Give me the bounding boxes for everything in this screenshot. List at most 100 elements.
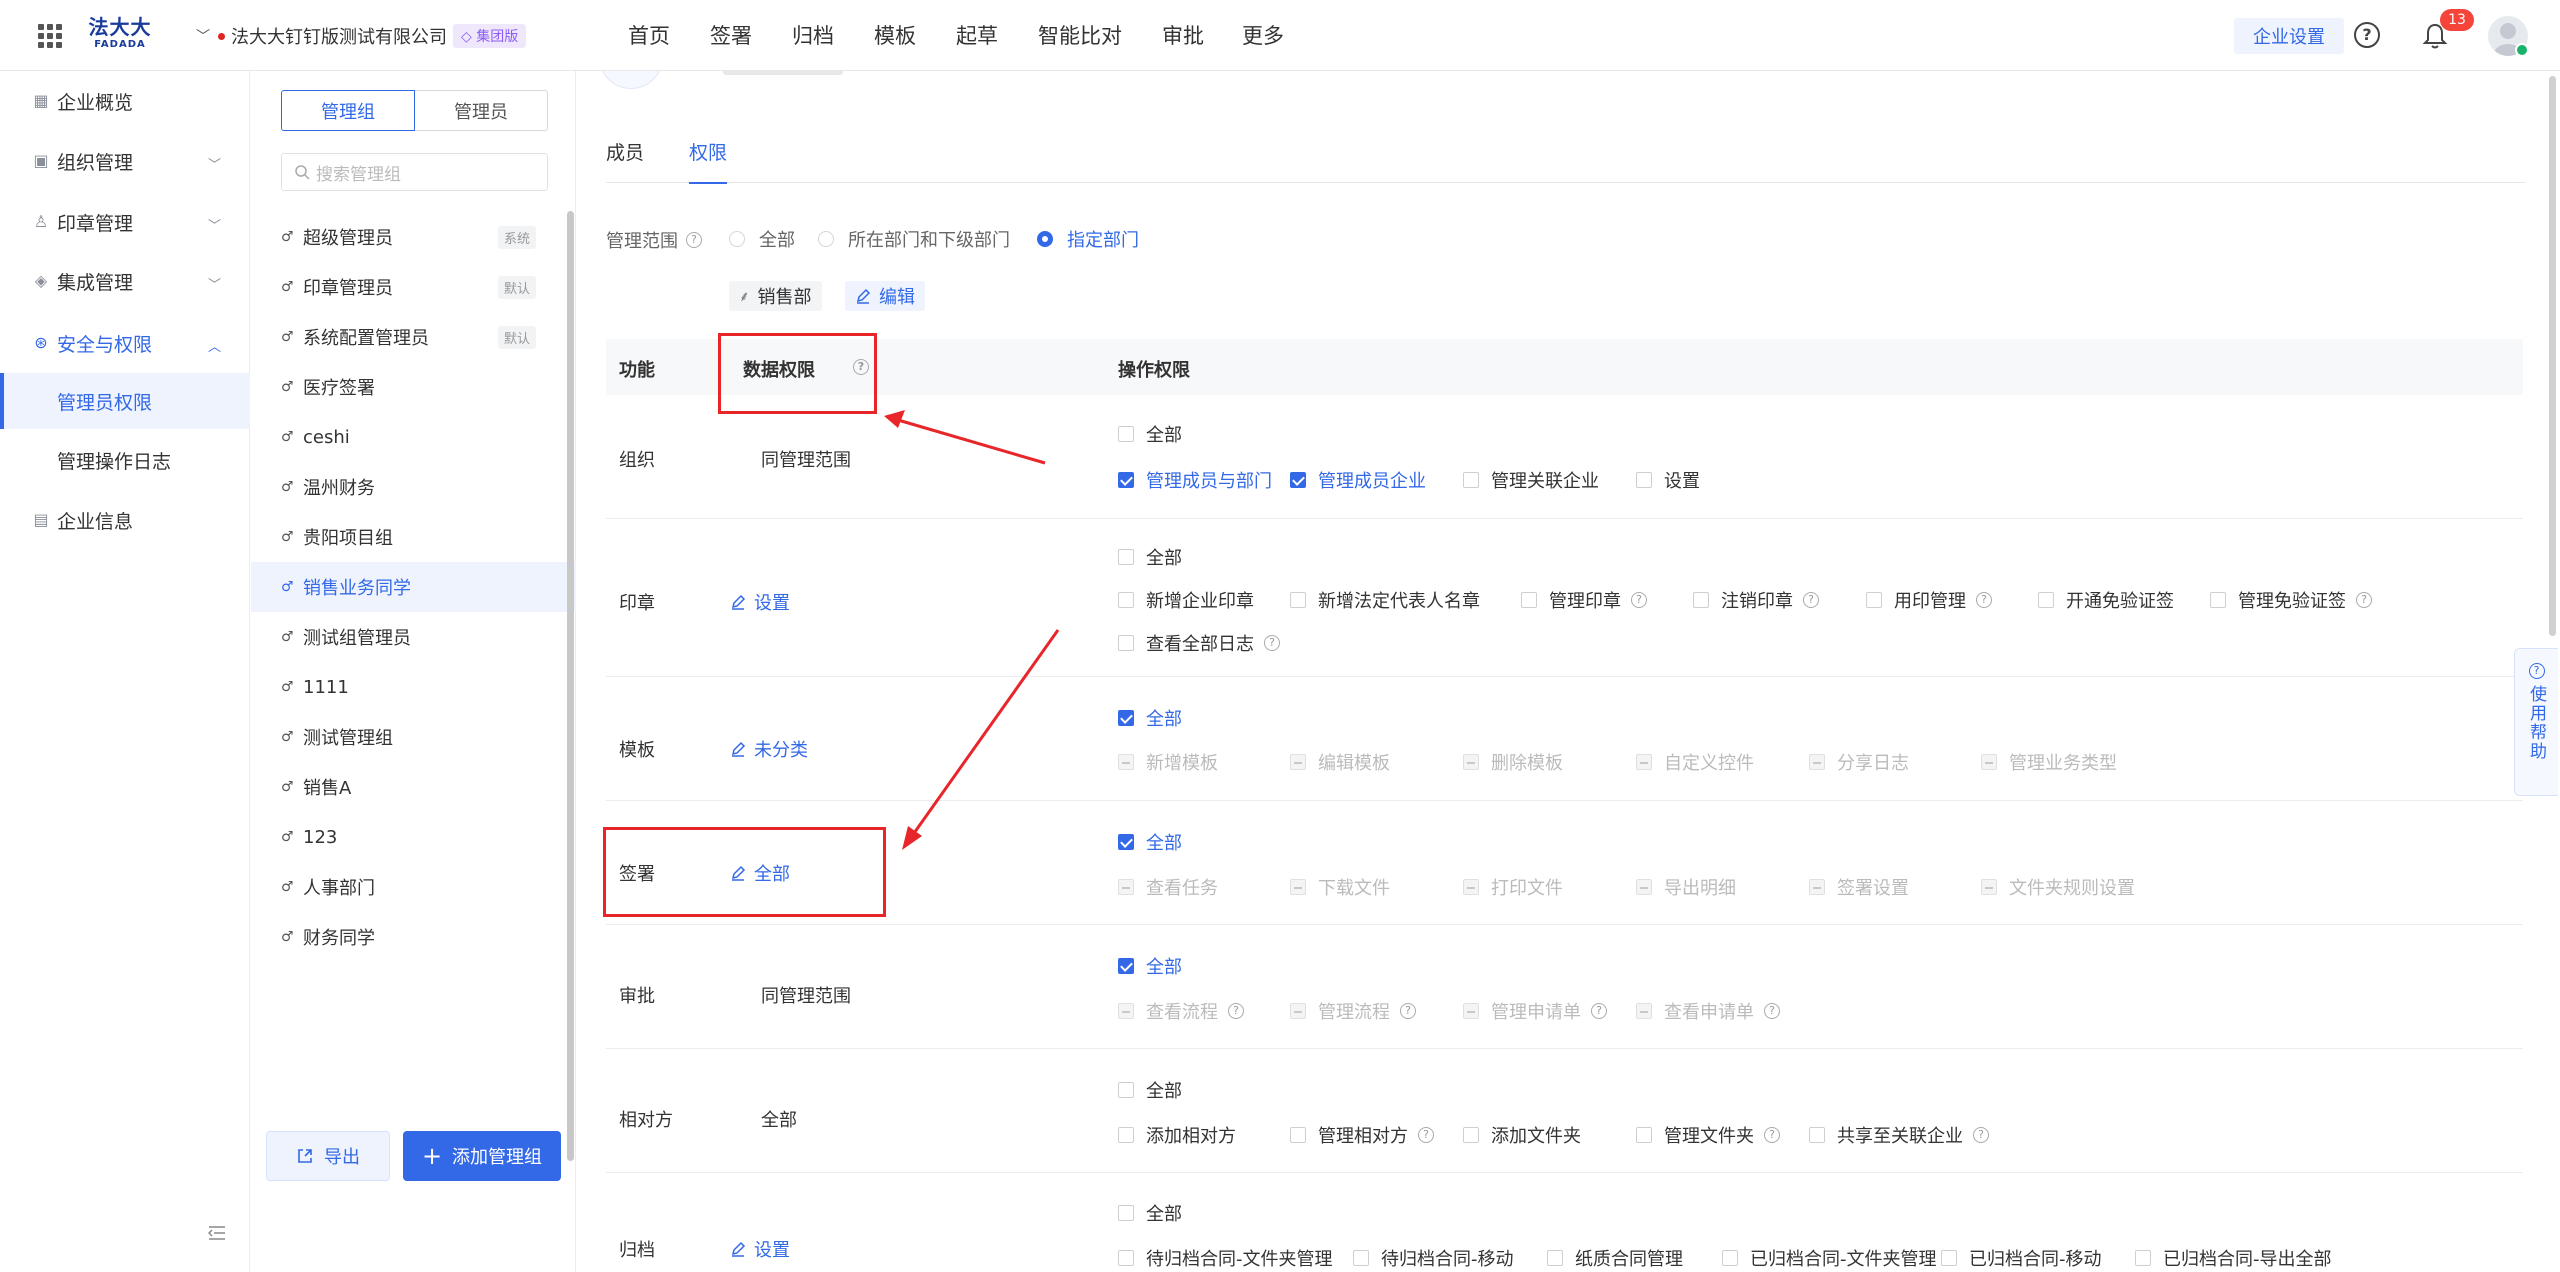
question-icon[interactable]: ?: [1264, 635, 1280, 651]
sidebar-item-integration[interactable]: ◈ 集成管理 ﹀: [0, 253, 250, 309]
question-icon[interactable]: ?: [1228, 1003, 1244, 1019]
question-icon[interactable]: ?: [1973, 1127, 1989, 1143]
group-item-selected[interactable]: ♂ 销售业务同学: [251, 562, 576, 612]
nav-home[interactable]: 首页: [628, 22, 670, 50]
sidebar-item-security[interactable]: ⊛ 安全与权限 ︿: [0, 315, 250, 371]
checkbox-add-counterparty[interactable]: 添加相对方: [1118, 1122, 1236, 1148]
group-item[interactable]: ♂ ceshi: [251, 412, 576, 462]
question-icon[interactable]: ?: [1418, 1127, 1434, 1143]
group-icon: ♂: [281, 379, 294, 395]
checkbox-archived-move[interactable]: 已归档合同-移动: [1941, 1245, 2102, 1271]
group-item[interactable]: ♂ 123: [251, 812, 576, 862]
help-tab[interactable]: ? 使用帮助: [2514, 648, 2558, 796]
checkbox-manage-folder[interactable]: 管理文件夹?: [1636, 1122, 1780, 1148]
checkbox-manage-members[interactable]: 管理成员与部门: [1118, 467, 1272, 493]
help-icon[interactable]: ?: [2354, 22, 2380, 48]
question-icon[interactable]: ?: [1764, 1003, 1780, 1019]
sidebar-item-overview[interactable]: ▦ 企业概览: [0, 73, 250, 129]
group-item[interactable]: ♂ 1111: [251, 662, 576, 712]
nav-sign[interactable]: 签署: [710, 22, 752, 50]
chevron-up-icon: ︿: [208, 340, 222, 355]
sidebar-item-org[interactable]: ▣ 组织管理 ﹀: [0, 133, 250, 189]
group-item[interactable]: ♂ 系统配置管理员 默认: [251, 312, 576, 362]
nav-template[interactable]: 模板: [874, 22, 916, 50]
scope-option-dept-and-sub[interactable]: 所在部门和下级部门: [818, 226, 1010, 252]
nav-archive[interactable]: 归档: [792, 22, 834, 50]
question-icon[interactable]: ?: [1591, 1003, 1607, 1019]
edit-dept-button[interactable]: 编辑: [845, 281, 925, 311]
checkbox-settings[interactable]: 设置: [1636, 467, 1700, 493]
checkbox-all[interactable]: 全部: [1118, 953, 1182, 979]
checkbox-all[interactable]: 全部: [1118, 1077, 1182, 1103]
question-icon[interactable]: ?: [1631, 592, 1647, 608]
nav-compare[interactable]: 智能比对: [1038, 22, 1122, 50]
checkbox-all[interactable]: 全部: [1118, 829, 1182, 855]
checkbox-pending-move[interactable]: 待归档合同-移动: [1353, 1245, 1514, 1271]
nav-draft[interactable]: 起草: [956, 22, 998, 50]
collapse-sidebar-icon[interactable]: [208, 1225, 226, 1241]
app-grid-icon[interactable]: [38, 24, 62, 48]
sidebar-item-company-info[interactable]: ▤ 企业信息: [0, 492, 250, 548]
nav-more[interactable]: 更多: [1242, 22, 1284, 50]
nav-approval[interactable]: 审批: [1162, 22, 1204, 50]
question-icon[interactable]: ?: [686, 232, 702, 248]
company-switcher[interactable]: ﹀ 法大大钉钉版测试有限公司 ◇ 集团版: [196, 22, 527, 50]
question-icon[interactable]: ?: [1400, 1003, 1416, 1019]
sidebar-item-admin-logs[interactable]: 管理操作日志: [0, 432, 250, 488]
group-item[interactable]: ♂ 超级管理员 系统: [251, 212, 576, 262]
tab-admin-groups[interactable]: 管理组: [281, 90, 415, 131]
enterprise-settings-button[interactable]: 企业设置: [2234, 18, 2344, 54]
group-item[interactable]: ♂ 温州财务: [251, 462, 576, 512]
template-data-category[interactable]: 未分类: [730, 736, 808, 762]
tab-admins[interactable]: 管理员: [415, 90, 548, 131]
scope-option-specified[interactable]: 指定部门: [1037, 226, 1139, 252]
checkbox-archived-export-all[interactable]: 已归档合同-导出全部: [2135, 1245, 2332, 1271]
tab-permissions[interactable]: 权限: [689, 137, 728, 184]
checkbox-manage-member-companies[interactable]: 管理成员企业: [1290, 467, 1426, 493]
checkbox-archived-folder-mgmt[interactable]: 已归档合同-文件夹管理: [1722, 1245, 1937, 1271]
checkbox-enable-no-verify[interactable]: 开通免验证签: [2038, 587, 2174, 613]
main-scrollbar[interactable]: [2549, 76, 2556, 636]
group-item[interactable]: ♂ 测试管理组: [251, 712, 576, 762]
question-icon[interactable]: ?: [1976, 592, 1992, 608]
group-item[interactable]: ♂ 销售A: [251, 762, 576, 812]
sidebar-item-seal[interactable]: ♙ 印章管理 ﹀: [0, 194, 250, 250]
checkbox-all[interactable]: 全部: [1118, 421, 1182, 447]
fadada-logo[interactable]: 法大大 FADADA: [88, 16, 152, 56]
question-icon[interactable]: ?: [2356, 592, 2372, 608]
checkbox-cancel-seals[interactable]: 注销印章?: [1693, 587, 1819, 613]
scope-option-all[interactable]: 全部: [729, 226, 795, 252]
archive-data-setting[interactable]: 设置: [730, 1236, 790, 1262]
sidebar-item-admin-permissions[interactable]: 管理员权限: [0, 373, 250, 429]
add-group-button[interactable]: + 添加管理组: [403, 1131, 561, 1181]
checkbox-add-company-seal[interactable]: 新增企业印章: [1118, 587, 1254, 613]
group-item[interactable]: ♂ 印章管理员 默认: [251, 262, 576, 312]
checkbox-manage-counterparty[interactable]: 管理相对方?: [1290, 1122, 1434, 1148]
checkbox-add-legal-rep-seal[interactable]: 新增法定代表人名章: [1290, 587, 1480, 613]
checkbox-all[interactable]: 全部: [1118, 705, 1182, 731]
checkbox-manage-affiliates[interactable]: 管理关联企业: [1463, 467, 1599, 493]
question-icon[interactable]: ?: [1803, 592, 1819, 608]
checkbox-pending-folder-mgmt[interactable]: 待归档合同-文件夹管理: [1118, 1245, 1333, 1271]
checkbox-paper-contract-mgmt[interactable]: 纸质合同管理: [1547, 1245, 1683, 1271]
group-list-scrollbar[interactable]: [567, 211, 574, 1161]
checkbox-share-to-affiliates[interactable]: 共享至关联企业?: [1809, 1122, 1989, 1148]
checkbox-view-all-logs[interactable]: 查看全部日志?: [1118, 630, 1280, 656]
group-item[interactable]: ♂ 贵阳项目组: [251, 512, 576, 562]
seal-data-setting[interactable]: 设置: [730, 589, 790, 615]
export-button[interactable]: 导出: [266, 1131, 390, 1181]
group-item[interactable]: ♂ 医疗签署: [251, 362, 576, 412]
group-item[interactable]: ♂ 财务同学: [251, 912, 576, 962]
checkbox-all[interactable]: 全部: [1118, 544, 1182, 570]
tab-members[interactable]: 成员: [606, 137, 644, 183]
question-icon[interactable]: ?: [1764, 1127, 1780, 1143]
group-item[interactable]: ♂ 人事部门: [251, 862, 576, 912]
checkbox-edit-template: 编辑模板: [1290, 749, 1390, 775]
checkbox-seal-usage[interactable]: 用印管理?: [1866, 587, 1992, 613]
checkbox-add-folder[interactable]: 添加文件夹: [1463, 1122, 1581, 1148]
checkbox-all[interactable]: 全部: [1118, 1200, 1182, 1226]
group-item[interactable]: ♂ 测试组管理员: [251, 612, 576, 662]
checkbox-manage-no-verify[interactable]: 管理免验证签?: [2210, 587, 2372, 613]
group-search-input[interactable]: 搜索管理组: [281, 153, 548, 191]
checkbox-manage-seals[interactable]: 管理印章?: [1521, 587, 1647, 613]
